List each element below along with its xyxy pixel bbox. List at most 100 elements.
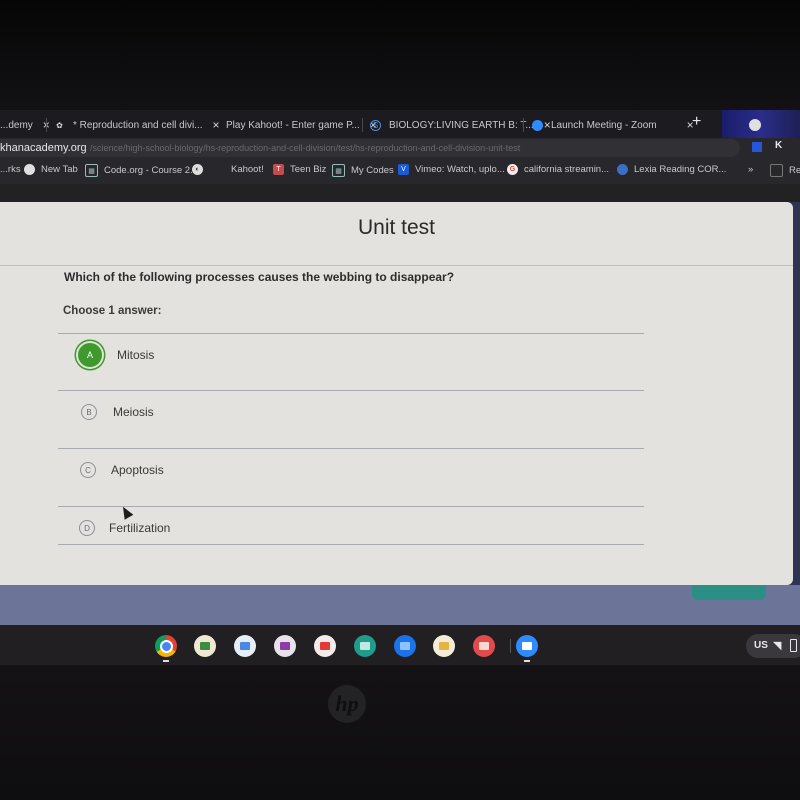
choice-c[interactable]: C Apoptosis (60, 450, 645, 490)
divider (58, 506, 644, 507)
reading-list-icon (770, 164, 783, 177)
bookmark-label: Teen Biz (290, 164, 327, 175)
bookmark-globe[interactable]: ◐ (192, 164, 209, 175)
tab-zoom[interactable]: Launch Meeting - Zoom × (532, 114, 694, 136)
tab-divider (523, 118, 524, 132)
bookmark-lexia[interactable]: Lexia Reading COR... (617, 164, 726, 175)
bookmark-vimeo[interactable]: V Vimeo: Watch, uplo... (398, 164, 505, 175)
calculator-icon[interactable] (354, 635, 376, 657)
google-classroom-icon[interactable] (194, 635, 216, 657)
close-icon[interactable]: × (213, 118, 220, 132)
choice-bubble[interactable]: D (79, 520, 95, 536)
bookmark-mycodes[interactable]: ▦ My Codes (332, 164, 394, 177)
divider (58, 333, 644, 334)
choice-a[interactable]: A Mitosis (60, 335, 645, 375)
url-domain: khanacademy.org (0, 142, 87, 154)
bookmark-label: california streamin... (524, 164, 610, 175)
bookmark-label: My Codes (351, 165, 394, 176)
bookmark-google[interactable]: Gcalifornia streamin... (507, 164, 609, 175)
bookmark-codeorg[interactable]: ▦ Code.org - Course 2... (85, 164, 198, 177)
files-glyph (400, 642, 410, 650)
files-icon[interactable] (394, 635, 416, 657)
camera-glyph (280, 642, 290, 650)
google-docs-glyph (240, 642, 250, 650)
zoom-app-icon[interactable] (516, 635, 538, 657)
bookmark-new-tab[interactable]: New Tab (24, 164, 78, 175)
codeorg-icon: ▦ (85, 164, 98, 177)
reading-list[interactable]: Rea... (770, 164, 800, 177)
new-tab-button[interactable]: + (692, 113, 701, 131)
camera-icon[interactable] (274, 635, 296, 657)
divider (0, 265, 793, 266)
choose-instruction: Choose 1 answer: (63, 305, 162, 317)
bookmark-label: Kahoot! (231, 164, 264, 175)
tab-divider (362, 118, 363, 132)
tab-khan[interactable]: ...demy × (0, 114, 50, 136)
tab-label: Play Kahoot! - Enter game P... (226, 119, 360, 131)
address-bar[interactable]: khanacademy.org /science/high-school-bio… (0, 139, 740, 157)
tab-kahoot[interactable]: Play Kahoot! - Enter game P... × (226, 114, 377, 136)
choice-bubble[interactable]: C (80, 462, 96, 478)
extension-k-icon[interactable]: K (775, 140, 782, 151)
tab-reproduction[interactable]: ✿ * Reproduction and cell divi... × (54, 114, 220, 136)
divider (58, 544, 644, 545)
canvas-paint-icon[interactable] (473, 635, 495, 657)
extension-icon[interactable] (752, 142, 762, 152)
lexia-icon (617, 164, 628, 175)
calculator-glyph (360, 642, 370, 650)
youtube-glyph (320, 642, 330, 650)
vimeo-icon: V (398, 164, 409, 175)
chrome-icon[interactable] (155, 635, 177, 657)
running-indicator (163, 660, 169, 662)
google-slides-icon[interactable] (433, 635, 455, 657)
new-tab-icon (24, 164, 35, 175)
choice-d[interactable]: D Fertilization (60, 508, 645, 548)
screen: ...demy × ✿ * Reproduction and cell divi… (0, 110, 800, 665)
bookmark-teenbiz[interactable]: T Teen Biz (273, 164, 326, 175)
chromeos-shelf: US ◥ (0, 625, 800, 665)
tab-label: BIOLOGY:LIVING EARTH B: T... (389, 119, 534, 131)
google-icon: G (507, 164, 518, 175)
teal-panel (692, 585, 766, 600)
zoom-app-glyph (522, 642, 532, 650)
status-tray[interactable]: US ◥ (746, 634, 800, 658)
tab-label: ...demy (0, 119, 33, 131)
bookmarks-bar: ...rks New Tab ▦ Code.org - Course 2... ◐… (0, 158, 800, 184)
youtube-icon[interactable] (314, 635, 336, 657)
google-docs-icon[interactable] (234, 635, 256, 657)
bookmark-label: Code.org - Course 2... (104, 165, 198, 176)
bookmark-item[interactable]: ...rks (0, 164, 21, 175)
tab-divider (46, 118, 47, 132)
ime-indicator: US (754, 640, 768, 651)
bookmark-label: Lexia Reading COR... (634, 164, 727, 175)
bookmark-label: ...rks (0, 164, 21, 175)
battery-icon (790, 639, 797, 652)
tab-label: * Reproduction and cell divi... (73, 119, 203, 131)
khan-leaf-icon: ✿ (56, 120, 63, 130)
bookmark-kahoot[interactable]: Kahoot! (231, 164, 264, 175)
wallpaper-strip (722, 110, 800, 138)
google-classroom-glyph (200, 642, 210, 650)
mycodes-icon: ▦ (332, 164, 345, 177)
tab-strip: ...demy × ✿ * Reproduction and cell divi… (0, 110, 800, 138)
zoom-icon (532, 119, 543, 131)
choice-bubble[interactable]: B (81, 404, 97, 420)
question-text: Which of the following processes causes … (64, 270, 455, 284)
choice-label: Fertilization (109, 521, 171, 535)
running-indicator (524, 660, 530, 662)
chrome-glyph (159, 639, 173, 653)
bookmarks-overflow-button[interactable]: » (748, 164, 753, 175)
shelf-divider (510, 639, 511, 653)
google-slides-glyph (439, 642, 449, 650)
laptop-bezel-bottom (0, 665, 800, 800)
profile-avatar[interactable] (749, 119, 761, 131)
hp-logo: hp (328, 685, 366, 723)
schoology-icon: S (370, 119, 381, 131)
choice-bubble-selected[interactable]: A (78, 343, 102, 367)
tab-label: Launch Meeting - Zoom (551, 119, 657, 131)
globe-icon: ◐ (192, 164, 203, 175)
canvas-paint-glyph (479, 642, 489, 650)
choice-b[interactable]: B Meiosis (60, 392, 645, 432)
divider (58, 448, 644, 449)
choice-label: Apoptosis (111, 463, 164, 477)
